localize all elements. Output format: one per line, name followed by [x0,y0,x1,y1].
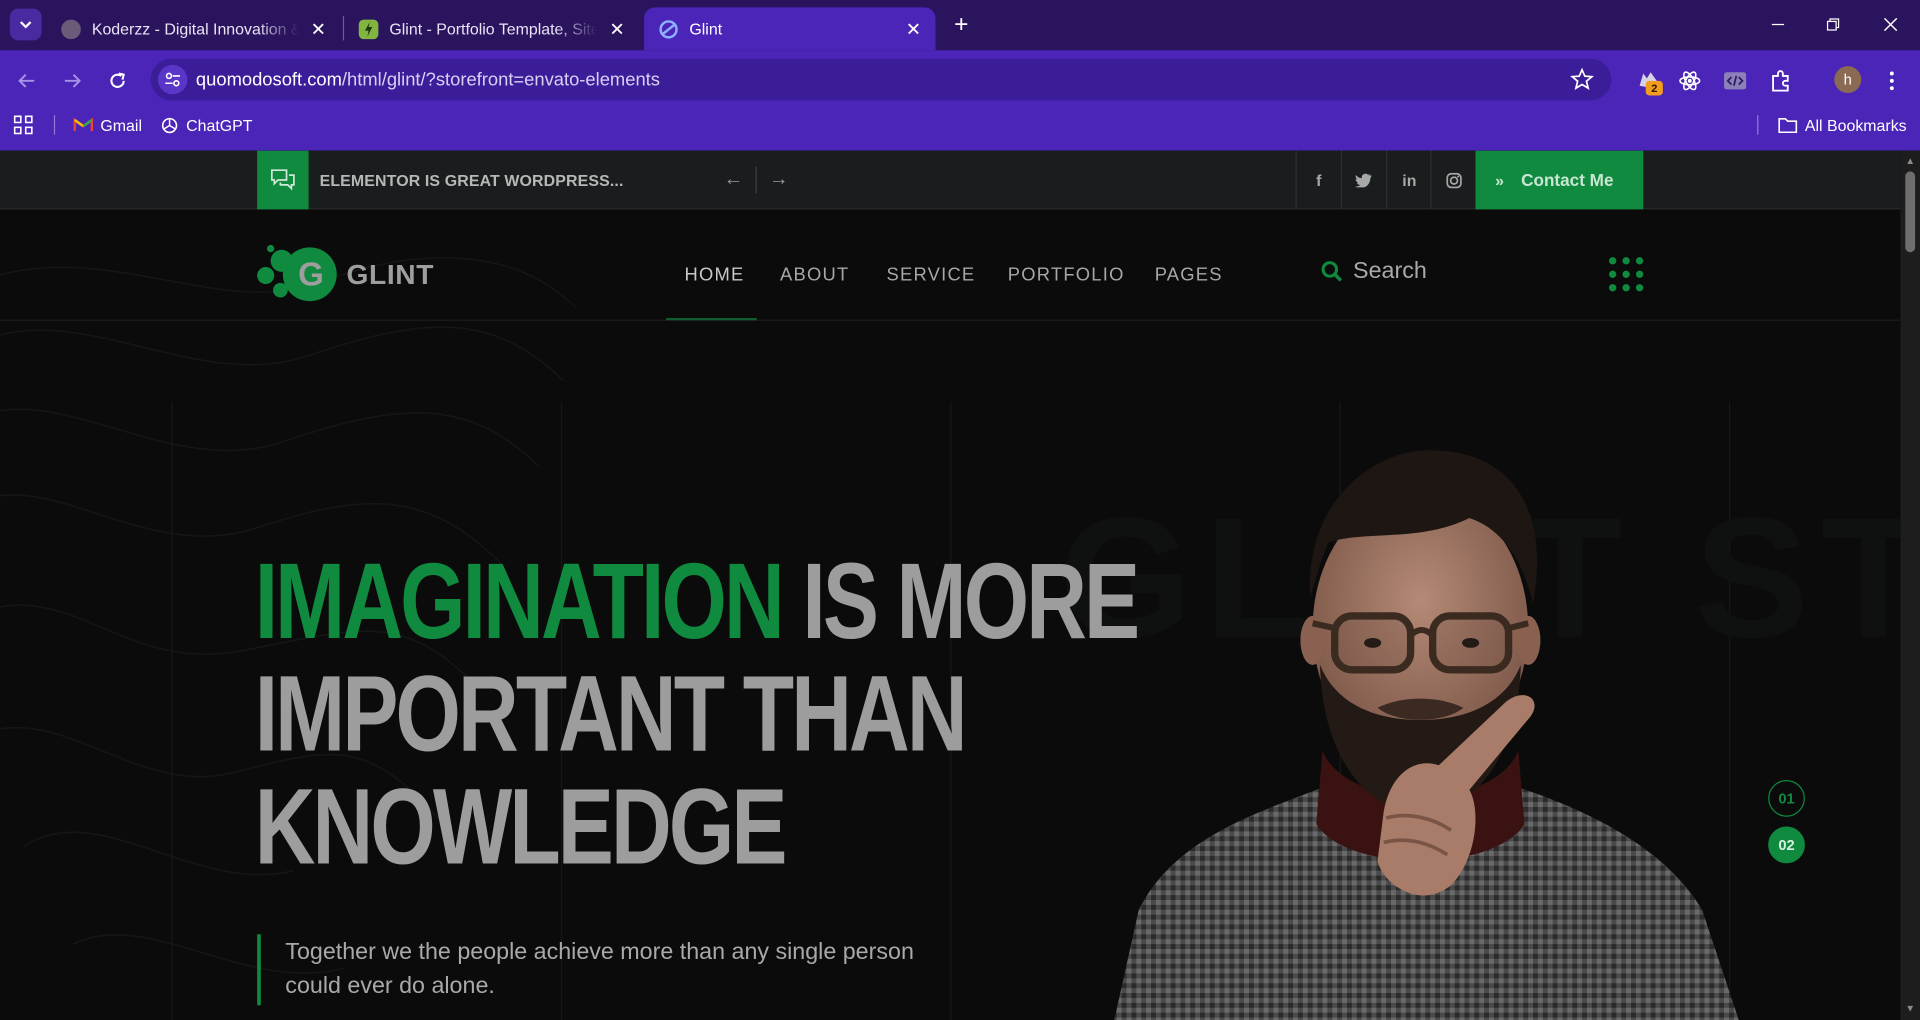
all-bookmarks-button[interactable]: All Bookmarks [1778,115,1907,135]
screen: Koderzz - Digital Innovation & Excellenc… [0,0,1920,1020]
bookmarks-bar: Gmail ChatGPT All Bookmarks [0,110,1920,139]
scroll-up-arrow-icon[interactable]: ▲ [1904,156,1916,168]
browser-tab-glint[interactable]: Glint ✕ [644,7,936,51]
nav-home[interactable]: HOME [684,264,744,285]
extension-react-icon[interactable] [1675,66,1704,95]
envato-favicon-icon [358,18,379,39]
glint-favicon-icon [659,19,679,39]
logo-letter: G [298,255,324,293]
scroll-down-arrow-icon[interactable]: ▼ [1904,1003,1916,1015]
gmail-icon [73,115,94,135]
back-arrow-icon[interactable] [12,66,41,95]
browser-tab-glint-envato[interactable]: Glint - Portfolio Template, Site Templat… [344,7,639,50]
url-text: quomodosoft.com/html/glint/?storefront=e… [196,70,660,91]
profile-avatar[interactable]: h [1834,66,1862,94]
quote-accent-bar [257,934,261,1006]
slider-dot-02[interactable]: 02 [1768,826,1805,864]
headline-line-1-rest: IS MORE [781,540,1140,662]
close-tab-icon[interactable]: ✕ [607,19,627,40]
nav-service[interactable]: SERVICE [887,264,976,285]
top-info-bar: ELEMENTOR IS GREAT WORDPRESS... ← → f in… [0,150,1901,210]
close-tab-icon[interactable]: ✕ [904,19,924,40]
folder-icon [1778,115,1798,135]
minimize-window-icon[interactable] [1763,10,1792,39]
browser-tab-koderzz[interactable]: Koderzz - Digital Innovation & Excellenc… [47,7,341,50]
double-chevron-right-icon: » [1495,170,1504,190]
url-host: quomodosoft.com [195,69,342,91]
nav-pages[interactable]: PAGES [1155,264,1223,285]
search-input[interactable] [1353,255,1537,288]
instagram-icon[interactable] [1430,150,1475,210]
bookmark-label: Gmail [100,115,142,135]
new-tab-button[interactable]: + [949,12,973,36]
contact-me-button[interactable]: » Contact Me [1475,150,1644,210]
nav-about[interactable]: ABOUT [780,264,849,285]
koderzz-favicon-icon [61,18,81,39]
browser-tab-strip: Koderzz - Digital Innovation & Excellenc… [0,0,1920,51]
scrollbar-thumb[interactable] [1905,171,1916,253]
contact-me-label: Contact Me [1521,170,1614,190]
close-window-icon[interactable] [1876,10,1905,39]
nav-portfolio[interactable]: PORTFOLIO [1008,264,1125,285]
bookmark-label: ChatGPT [186,115,253,135]
forward-arrow-icon[interactable] [58,66,87,95]
twitter-icon[interactable] [1340,150,1386,210]
bookmark-gmail[interactable]: Gmail [73,115,142,135]
address-bar[interactable]: quomodosoft.com/html/glint/?storefront=e… [150,58,1612,101]
ticker-prev-arrow-icon[interactable]: ← [721,168,745,192]
chevron-down-icon [20,21,32,29]
headline-line-2: IMPORTANT THAN [254,652,968,774]
chat-bubbles-icon [257,150,309,210]
linkedin-icon[interactable]: in [1386,150,1431,210]
restore-window-icon[interactable] [1818,10,1847,39]
headline-highlight: IMAGINATION [254,540,785,662]
page-scrollbar[interactable]: ▲ ▼ [1900,150,1920,1020]
bookmark-separator [53,115,56,135]
all-bookmarks-label: All Bookmarks [1804,115,1907,135]
search-icon[interactable] [1320,260,1344,284]
slider-dot-01[interactable]: 01 [1768,780,1805,817]
header-divider [0,319,1901,321]
hero-headline: IMAGINATION IS MORE IMPORTANT THAN KNOWL… [254,544,1140,887]
chatgpt-icon [159,115,179,135]
headline-line-3: KNOWLEDGE [254,765,788,887]
bookmark-separator [1757,115,1759,135]
extension-badge: 2 [1645,80,1663,96]
extensions-puzzle-icon[interactable] [1766,66,1795,95]
menu-grid-dots-icon[interactable] [1607,255,1646,294]
tab-search-button[interactable] [9,8,42,41]
news-ticker-text[interactable]: ELEMENTOR IS GREAT WORDPRESS... [320,171,624,189]
hero-quote: Together we the people achieve more than… [285,939,914,1000]
apps-grid-icon[interactable] [13,115,33,135]
hero-person-image [1114,450,1739,1020]
grid-line [171,401,173,1020]
browser-menu-icon[interactable] [1877,66,1906,95]
site-info-icon[interactable] [157,64,188,95]
glint-page: ELEMENTOR IS GREAT WORDPRESS... ← → f in… [0,150,1901,1020]
close-tab-icon[interactable]: ✕ [309,19,329,40]
url-path: /html/glint/?storefront=envato-elements [341,69,660,91]
bookmark-chatgpt[interactable]: ChatGPT [159,115,252,135]
facebook-icon[interactable]: f [1295,150,1341,210]
tab-title: Glint - Portfolio Template, Site Templat… [389,19,598,38]
extension-code-icon[interactable] [1720,66,1749,95]
headline-line-1: IMAGINATION IS MORE [255,544,1140,658]
ticker-divider [755,166,757,194]
tab-title: Glint [689,19,723,38]
ticker-next-arrow-icon[interactable]: → [767,168,791,192]
logo-text[interactable]: GLINT [347,258,435,291]
bookmark-star-icon[interactable] [1570,67,1595,91]
reload-icon[interactable] [103,66,132,95]
tab-title: Koderzz - Digital Innovation & Excellenc… [91,19,299,38]
